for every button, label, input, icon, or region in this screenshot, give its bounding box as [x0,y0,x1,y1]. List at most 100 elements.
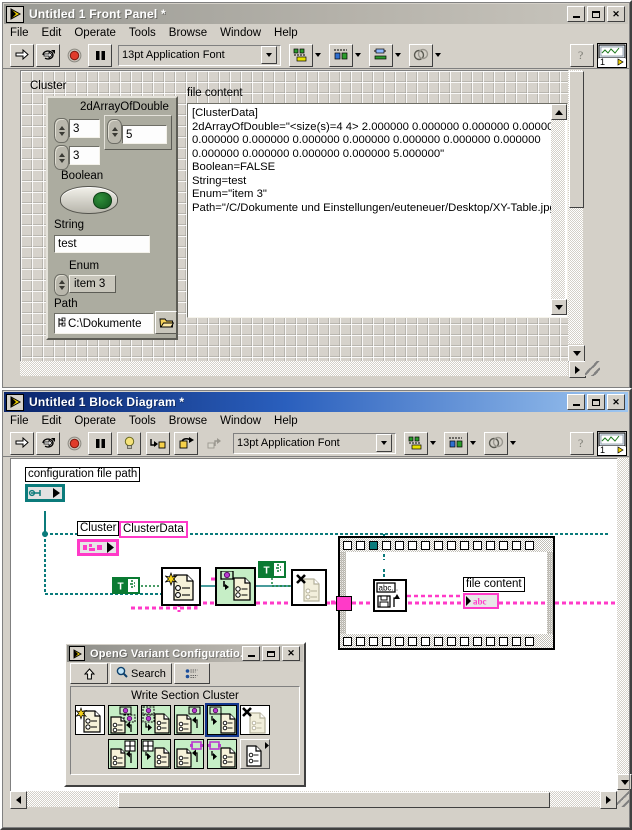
maximize-button[interactable] [587,6,605,22]
abort-stop-icon[interactable] [62,44,86,67]
maximize-button[interactable] [262,646,280,661]
array-element-stepper[interactable] [107,119,122,144]
block-diagram-scroll-right-button[interactable] [600,791,617,809]
palette-item-write-array-1[interactable] [108,739,138,769]
file-content-scrollbar[interactable] [551,104,565,315]
close-button[interactable]: ✕ [607,394,625,410]
pause-icon[interactable] [88,44,112,67]
array-row-index-field[interactable]: 3 [69,119,100,138]
run-continuous-icon[interactable] [36,432,60,455]
palette-item-open-config-data[interactable] [75,705,105,735]
write-characters-to-file-node[interactable]: abc... [373,579,407,612]
run-arrow-icon[interactable] [10,432,34,455]
file-content-scroll-up-button[interactable] [551,104,567,120]
menu-help[interactable]: Help [274,27,298,39]
string-constant-left[interactable]: T [112,577,140,594]
block-diagram-hscroll-thumb[interactable] [118,792,550,808]
palette-item-write-array-2[interactable] [141,739,171,769]
palette-item-write-variant-2[interactable] [207,739,237,769]
vi-icon-pane[interactable]: 1 [597,43,627,68]
align-objects-icon[interactable] [404,432,428,455]
front-panel-vscroll-thumb[interactable] [569,71,584,208]
folder-icon[interactable] [155,311,177,334]
minimize-button[interactable] [567,6,585,22]
array-element-field[interactable]: 5 [122,125,167,144]
front-panel-canvas[interactable]: Cluster 2dArrayOfDouble 3 3 5 Boolean St… [20,70,568,361]
palette-titlebar[interactable]: OpenG Variant Configuratio... ✕ [67,645,303,662]
front-panel-resize-grip[interactable] [585,361,600,376]
front-panel-vertical-scrollbar[interactable] [568,70,583,344]
menu-browse[interactable]: Browse [169,415,207,427]
enum-stepper[interactable] [54,274,69,296]
palette-item-write-key-cluster-3[interactable] [174,705,204,735]
lightbulb-icon[interactable] [117,432,141,455]
enum-ring-control[interactable]: item 3 [69,275,116,293]
front-panel-horizontal-scrollbar[interactable] [20,361,568,376]
open-config-data-node[interactable] [161,567,201,606]
sequence-structure[interactable] [338,536,555,650]
menu-tools[interactable]: Tools [129,27,156,39]
boolean-switch[interactable] [60,186,118,214]
path-input[interactable]: C:\Dokumente [54,313,154,334]
array-col-index-field[interactable]: 3 [69,146,100,165]
menu-window[interactable]: Window [220,415,261,427]
block-diagram-titlebar[interactable]: Untitled 1 Block Diagram * ✕ [4,392,628,412]
array-row-index-stepper[interactable] [54,118,69,143]
block-diagram-vertical-scrollbar[interactable] [617,458,630,790]
context-help-icon[interactable]: ? [570,432,594,455]
configuration-file-path-terminal[interactable] [25,484,65,502]
distribute-objects-icon[interactable] [444,432,468,455]
palette-item-write-section-cluster[interactable] [207,705,237,735]
palette-search-button[interactable]: Search [110,663,172,684]
step-over-icon[interactable] [174,432,198,455]
front-panel-scroll-down-button[interactable] [568,345,585,362]
menu-edit[interactable]: Edit [42,27,62,39]
block-diagram-scroll-down-button[interactable] [617,774,632,790]
run-continuous-icon[interactable] [36,44,60,67]
cluster-terminal[interactable] [77,539,119,556]
palette-item-write-variant-1[interactable] [174,739,204,769]
run-arrow-icon[interactable] [10,44,34,67]
minimize-button[interactable] [567,394,585,410]
array-col-index-stepper[interactable] [54,145,69,170]
menu-help[interactable]: Help [274,415,298,427]
palette-item-more[interactable] [240,739,270,769]
font-dropdown-arrow[interactable] [261,46,277,64]
context-help-icon[interactable]: ? [570,44,594,67]
menu-operate[interactable]: Operate [74,27,116,39]
font-selector[interactable]: 13pt Application Font [233,433,396,454]
menu-file[interactable]: File [10,27,29,39]
menu-file[interactable]: File [10,415,29,427]
close-button[interactable]: ✕ [282,646,300,661]
write-section-cluster-node[interactable] [215,567,256,606]
font-selector[interactable]: 13pt Application Font [118,45,281,66]
font-dropdown-arrow[interactable] [376,434,392,452]
step-into-icon[interactable] [146,432,170,455]
distribute-objects-icon[interactable] [329,44,353,67]
block-diagram-resize-grip[interactable] [617,791,630,807]
align-objects-icon[interactable] [289,44,313,67]
menu-operate[interactable]: Operate [74,415,116,427]
step-out-icon[interactable] [202,432,226,455]
resize-objects-icon[interactable] [369,44,393,67]
front-panel-titlebar[interactable]: Untitled 1 Front Panel * ✕ [4,4,628,24]
menu-browse[interactable]: Browse [169,27,207,39]
reorder-icon[interactable] [409,44,433,67]
string-input[interactable]: test [54,235,150,253]
palette-options-icon[interactable] [174,663,210,684]
palette-item-write-key-cluster-1[interactable] [108,705,138,735]
menu-edit[interactable]: Edit [42,415,62,427]
close-config-data-node[interactable] [291,569,327,606]
file-content-indicator-terminal[interactable]: abc [463,593,499,609]
abort-stop-icon[interactable] [62,432,86,455]
maximize-button[interactable] [587,394,605,410]
menu-tools[interactable]: Tools [129,415,156,427]
block-diagram-horizontal-scrollbar[interactable] [10,791,617,807]
vi-icon-pane[interactable]: 1 [597,431,627,456]
sequence-left-tunnel[interactable] [336,596,352,611]
palette-item-write-key-cluster-2[interactable] [141,705,171,735]
up-arrow-icon[interactable] [70,663,108,684]
minimize-button[interactable] [242,646,260,661]
file-content-scroll-down-button[interactable] [551,299,567,315]
reorder-icon[interactable] [484,432,508,455]
